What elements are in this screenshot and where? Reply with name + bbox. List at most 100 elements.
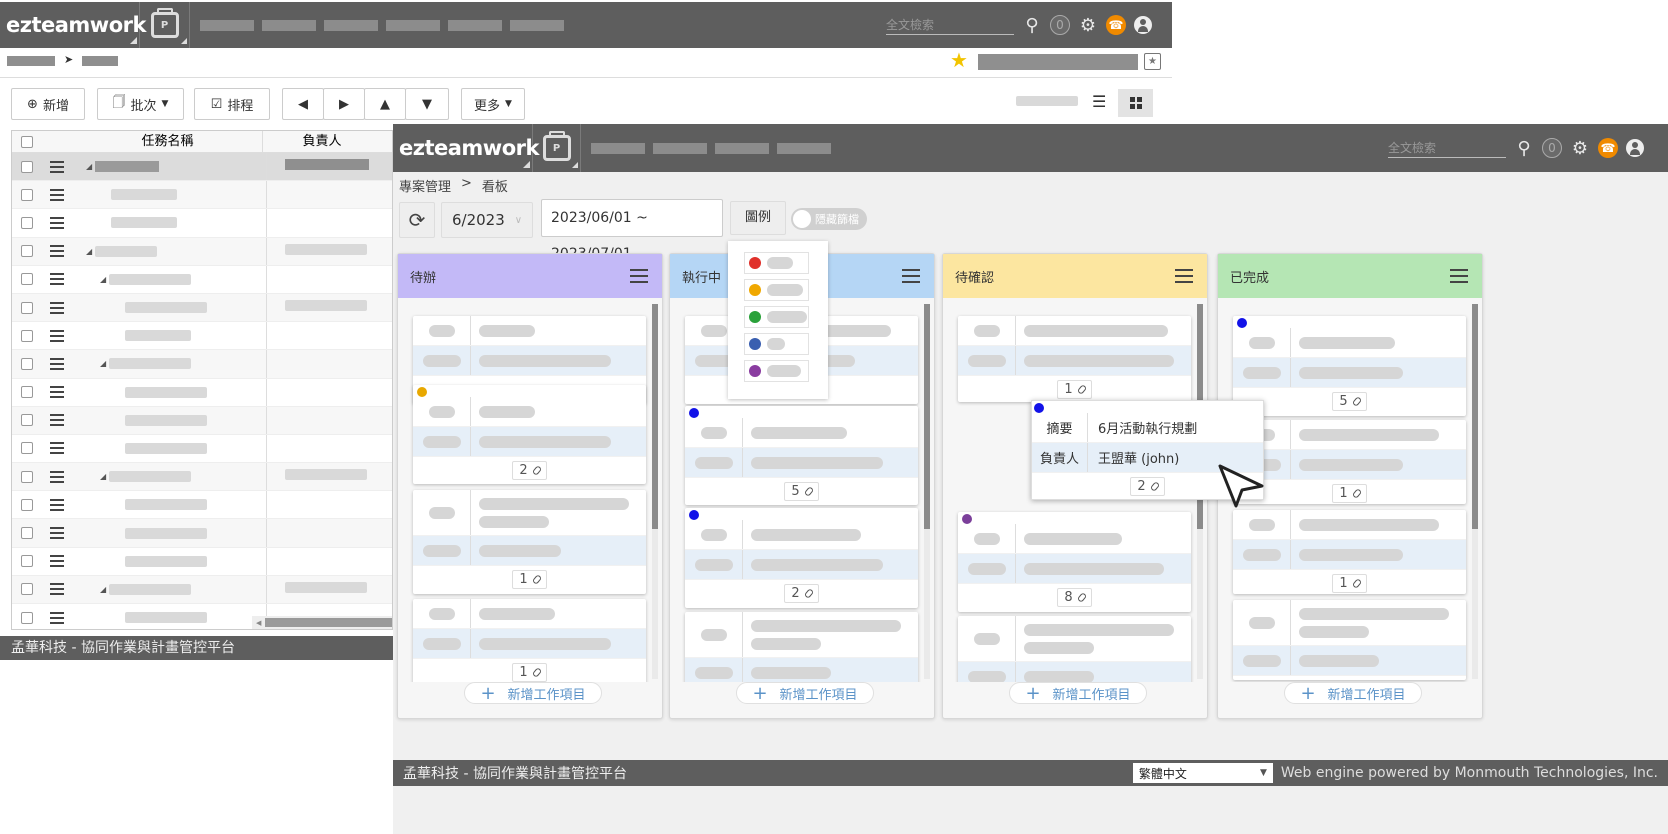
row-menu-icon[interactable]: [50, 414, 64, 427]
row-checkbox[interactable]: [21, 611, 33, 624]
table-row[interactable]: [12, 322, 392, 351]
add-work-item-button[interactable]: + 新增工作項目: [1009, 682, 1147, 704]
task-card[interactable]: [685, 612, 918, 682]
list-view-icon[interactable]: ☰: [1092, 92, 1106, 111]
attachment-count[interactable]: 2: [784, 583, 819, 603]
row-menu-icon[interactable]: [50, 301, 64, 314]
row-menu-icon[interactable]: [50, 611, 64, 624]
row-menu-icon[interactable]: [50, 357, 64, 370]
attachment-count[interactable]: 2: [512, 460, 547, 480]
back-nav-item[interactable]: [324, 19, 378, 31]
move-left-button[interactable]: ◀: [282, 88, 324, 120]
table-row[interactable]: ◢: [12, 153, 392, 182]
attachment-count[interactable]: 1: [1057, 379, 1092, 399]
column-scrollbar[interactable]: [1472, 304, 1478, 679]
batch-button[interactable]: 🗍 批次 ▼: [97, 88, 184, 120]
user-icon[interactable]: [1626, 139, 1644, 157]
grid-horizontal-scrollbar[interactable]: ◀: [252, 616, 392, 629]
row-checkbox[interactable]: [21, 555, 33, 568]
expand-icon[interactable]: ◢: [100, 585, 106, 594]
table-row[interactable]: [12, 293, 392, 323]
star-icon[interactable]: ★: [950, 48, 968, 72]
hide-filter-toggle[interactable]: 隱藏篩檔: [791, 208, 867, 230]
table-row[interactable]: ◢: [12, 237, 392, 266]
front-nav-item[interactable]: [653, 142, 707, 154]
row-menu-icon[interactable]: [50, 216, 64, 229]
row-checkbox[interactable]: [21, 470, 33, 483]
row-menu-icon[interactable]: [50, 160, 64, 173]
row-checkbox[interactable]: [21, 442, 33, 455]
row-menu-icon[interactable]: [50, 188, 64, 201]
task-card[interactable]: 8: [958, 512, 1191, 612]
row-checkbox[interactable]: [21, 414, 33, 427]
front-nav-item[interactable]: [777, 142, 831, 154]
expand-icon[interactable]: ◢: [100, 275, 106, 284]
row-checkbox[interactable]: [21, 498, 33, 511]
task-card[interactable]: [1233, 600, 1466, 680]
search-icon[interactable]: ⚲: [1514, 138, 1534, 159]
row-menu-icon[interactable]: [50, 329, 64, 342]
table-row[interactable]: [12, 209, 392, 238]
back-nav-item[interactable]: [386, 19, 440, 31]
attachment-count[interactable]: 5: [784, 481, 819, 501]
add-work-item-button[interactable]: + 新增工作項目: [736, 682, 874, 704]
attachment-count[interactable]: 1: [1332, 483, 1367, 503]
row-checkbox[interactable]: [21, 216, 33, 229]
row-menu-icon[interactable]: [50, 442, 64, 455]
row-checkbox[interactable]: [21, 245, 33, 258]
grid-view-icon[interactable]: [1118, 89, 1153, 117]
table-row[interactable]: ◢: [12, 350, 392, 379]
back-project-button[interactable]: P: [140, 2, 190, 48]
select-all-checkbox[interactable]: [21, 135, 33, 148]
row-menu-icon[interactable]: [50, 273, 64, 286]
row-checkbox[interactable]: [21, 527, 33, 540]
front-nav-item[interactable]: [715, 142, 769, 154]
table-row[interactable]: [12, 519, 392, 548]
column-scrollbar[interactable]: [652, 304, 658, 679]
row-checkbox[interactable]: [21, 188, 33, 201]
table-row[interactable]: ◢: [12, 265, 392, 294]
language-select[interactable]: 繁體中文 ▼: [1132, 763, 1273, 783]
task-card[interactable]: 1: [1233, 510, 1466, 594]
col-header-owner[interactable]: 負責人: [263, 131, 381, 153]
row-checkbox[interactable]: [21, 357, 33, 370]
back-logo[interactable]: ezteamwork: [0, 2, 146, 48]
breadcrumb-item[interactable]: [7, 56, 55, 66]
back-nav-item[interactable]: [262, 19, 316, 31]
back-nav-item[interactable]: [448, 19, 502, 31]
expand-icon[interactable]: ◢: [86, 247, 92, 256]
task-card[interactable]: 2: [685, 508, 918, 608]
table-row[interactable]: ◢: [12, 463, 392, 492]
month-select[interactable]: 6/2023 ∨: [441, 202, 533, 238]
row-checkbox[interactable]: [21, 583, 33, 596]
task-card[interactable]: 1: [413, 599, 646, 682]
task-card[interactable]: 2: [413, 385, 646, 484]
row-menu-icon[interactable]: [50, 527, 64, 540]
col-header-name[interactable]: 任務名稱: [43, 131, 263, 153]
expand-icon[interactable]: ◢: [100, 359, 106, 368]
attachment-count[interactable]: 1: [512, 662, 547, 682]
support-icon[interactable]: ☎: [1106, 15, 1126, 35]
gear-icon[interactable]: ⚙: [1078, 15, 1098, 36]
task-card[interactable]: 1: [413, 490, 646, 594]
row-checkbox[interactable]: [21, 160, 33, 173]
front-logo[interactable]: ezteamwork: [393, 124, 539, 172]
gear-icon[interactable]: ⚙: [1570, 138, 1590, 159]
back-notification-badge[interactable]: 0: [1050, 15, 1070, 35]
attachment-count[interactable]: 8: [1057, 587, 1092, 607]
table-row[interactable]: [12, 378, 392, 407]
more-button[interactable]: 更多 ▼: [461, 88, 525, 120]
date-range-input[interactable]: 2023/06/01 ~ 2023/07/01: [541, 199, 723, 262]
front-search-input[interactable]: 全文檢索: [1388, 139, 1506, 158]
breadcrumb-root[interactable]: 專案管理: [399, 176, 451, 195]
table-row[interactable]: [12, 406, 392, 435]
table-row[interactable]: [12, 434, 392, 464]
refresh-button[interactable]: ⟳: [399, 202, 435, 238]
breadcrumb-item[interactable]: [82, 56, 118, 66]
task-card[interactable]: 5: [685, 406, 918, 505]
front-nav-item[interactable]: [591, 142, 645, 154]
search-icon[interactable]: ⚲: [1022, 15, 1042, 36]
add-work-item-button[interactable]: + 新增工作項目: [1284, 682, 1422, 704]
move-down-button[interactable]: ▼: [405, 88, 449, 120]
user-icon[interactable]: [1134, 16, 1152, 34]
